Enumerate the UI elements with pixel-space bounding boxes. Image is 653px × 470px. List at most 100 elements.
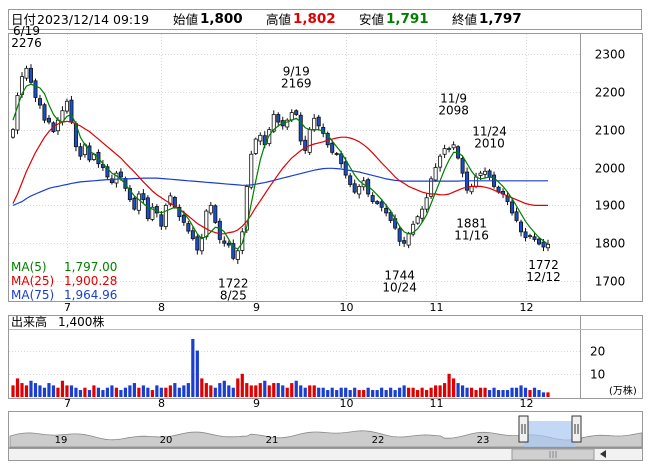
volume-bar	[227, 385, 231, 397]
volume-bar	[451, 378, 456, 397]
volume-bar	[281, 385, 285, 397]
volume-bar	[469, 387, 474, 397]
volume-bar	[56, 387, 60, 397]
volume-bar	[236, 378, 240, 397]
volume-y-tick-label: 10	[590, 368, 605, 382]
volume-bar	[204, 383, 208, 397]
candle	[24, 65, 29, 81]
volume-bar	[442, 383, 447, 397]
navigator-label: 20	[160, 435, 173, 446]
volume-bar	[285, 387, 289, 397]
volume-bar	[78, 390, 83, 397]
volume-bar	[128, 385, 132, 397]
candle	[213, 204, 218, 224]
volume-bar	[303, 387, 307, 397]
volume-bar	[407, 387, 411, 397]
candle	[10, 128, 15, 139]
volume-bar	[326, 390, 330, 397]
navigator-right-handle[interactable]	[571, 415, 582, 443]
volume-bar	[420, 387, 424, 397]
navigator-selection[interactable]	[524, 421, 576, 447]
volume-bar	[42, 387, 47, 397]
svg-text:6/192276: 6/19 2276	[11, 24, 42, 50]
y-tick-label: 1700	[595, 275, 626, 289]
volume-bar	[33, 383, 38, 397]
volume-bar	[51, 385, 56, 397]
price-annotation: 1744 10/24	[382, 268, 417, 294]
volume-bar	[20, 383, 24, 397]
month-label: 10	[340, 301, 354, 314]
volume-bar	[299, 385, 303, 397]
volume-bar	[411, 387, 415, 397]
volume-bar	[353, 387, 357, 397]
y-tick-label: 1800	[595, 237, 626, 251]
volume-bar	[114, 387, 119, 397]
candle	[163, 203, 168, 230]
volume-bar	[272, 383, 276, 397]
volume-bar	[150, 390, 154, 397]
legend-ma75-label: MA(75)	[11, 288, 54, 302]
svg-text:11/242010: 11/24 2010	[472, 125, 507, 151]
candle	[15, 92, 20, 135]
volume-bar	[330, 387, 334, 397]
volume-bar	[357, 390, 361, 397]
month-label: 11	[430, 301, 444, 314]
month-label: 9	[253, 397, 260, 410]
volume-bar	[438, 385, 442, 397]
volume-bar	[222, 380, 226, 397]
price-annotation: 6/19 2276	[11, 24, 42, 50]
y-tick-label: 2200	[595, 86, 626, 100]
month-label: 12	[520, 301, 534, 314]
volume-bar	[74, 387, 78, 397]
volume-bar	[380, 387, 384, 397]
volume-bar	[514, 387, 519, 397]
month-label: 10	[340, 397, 354, 410]
candle	[217, 218, 222, 244]
volume-bar	[501, 390, 505, 397]
legend-ma75-value: 1,964.96	[64, 288, 117, 302]
volume-bar	[155, 385, 159, 397]
volume-bar	[83, 387, 87, 397]
volume-bar	[505, 390, 510, 397]
volume-bar	[249, 385, 253, 397]
legend-ma5-value: 1,797.00	[64, 260, 117, 274]
volume-bar	[267, 385, 271, 397]
volume-bar	[168, 385, 172, 397]
price-annotation: 11/9 2098	[438, 91, 469, 117]
volume-bar	[362, 390, 366, 397]
volume-bar	[164, 387, 168, 397]
candle	[429, 176, 434, 199]
volume-bar	[496, 390, 501, 397]
volume-bar	[510, 387, 514, 397]
navigator-label: 22	[372, 435, 385, 446]
volume-bar	[173, 383, 177, 397]
volume-bar	[209, 385, 213, 397]
volume-bar	[447, 373, 451, 397]
volume-bar	[24, 385, 29, 397]
volume-bar	[317, 387, 321, 397]
volume-bar	[460, 385, 465, 397]
volume-bar	[290, 383, 294, 397]
volume-bar	[254, 385, 258, 397]
volume-bar	[312, 385, 316, 397]
candle	[415, 215, 420, 225]
legend-ma25-value: 1,900.28	[64, 274, 117, 288]
volume-bar	[375, 390, 379, 397]
volume-bar	[523, 387, 528, 397]
price-annotation: 1722 8/25	[218, 277, 249, 303]
price-annotation: 1772 12/12	[526, 258, 561, 284]
price-annotation: 11/24 2010	[472, 125, 507, 151]
volume-bar	[416, 390, 420, 397]
volume-bar	[366, 387, 370, 397]
volume-bar	[344, 387, 348, 397]
chart-canvas: 1700 1800 1900 2000 2100 2200 2300 6/19 2276 9/1…	[8, 24, 643, 461]
navigator-left-handle[interactable]	[518, 415, 529, 443]
candle	[307, 126, 312, 156]
volume-bar	[200, 378, 204, 397]
svg-text:9/192169: 9/19 2169	[281, 65, 312, 91]
svg-text:188111/16: 1881 11/16	[454, 217, 489, 243]
volume-bar	[159, 387, 163, 397]
volume-bar	[546, 392, 550, 397]
volume-bar	[47, 383, 51, 397]
month-label: 8	[158, 301, 165, 314]
